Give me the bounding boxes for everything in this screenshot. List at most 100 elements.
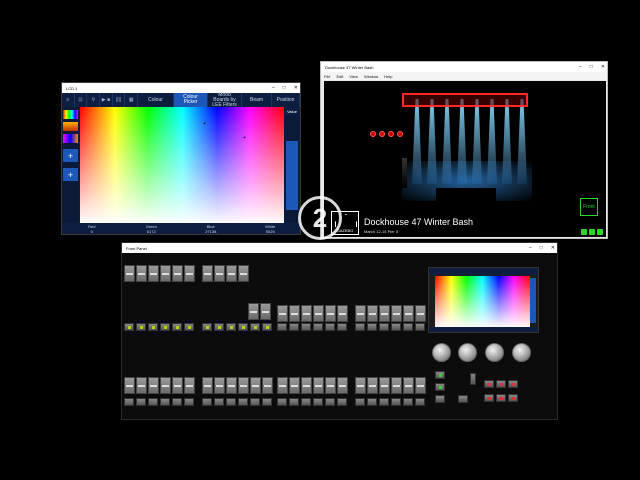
- fader[interactable]: [160, 377, 171, 394]
- fader[interactable]: [367, 305, 378, 322]
- maximize-button[interactable]: □: [540, 245, 543, 251]
- play-stop-icon[interactable]: ▶ ■: [100, 93, 113, 107]
- playback-key[interactable]: [484, 394, 494, 402]
- fader[interactable]: [415, 305, 426, 322]
- encoder-knob[interactable]: [485, 343, 504, 362]
- playback-button[interactable]: [403, 398, 413, 406]
- pan-icon[interactable]: [589, 229, 595, 235]
- playback-button[interactable]: [355, 398, 365, 406]
- playback-button[interactable]: [226, 398, 236, 406]
- playback-key[interactable]: [484, 380, 494, 388]
- lcd-titlebar[interactable]: LCD 1 – □ ✕: [62, 83, 300, 93]
- playback-button[interactable]: [313, 323, 323, 331]
- playback-button[interactable]: [250, 398, 260, 406]
- playback-button[interactable]: [289, 398, 299, 406]
- front-panel-titlebar[interactable]: Front Panel – □ ✕: [122, 243, 557, 253]
- fader[interactable]: [184, 377, 195, 394]
- playback-button[interactable]: [172, 323, 182, 331]
- fader[interactable]: [391, 377, 402, 394]
- minimize-button[interactable]: –: [579, 64, 582, 70]
- playback-button[interactable]: [148, 323, 158, 331]
- playback-button[interactable]: [202, 323, 212, 331]
- fader[interactable]: [367, 377, 378, 394]
- swatch-warm[interactable]: [63, 122, 78, 131]
- playback-button[interactable]: [367, 398, 377, 406]
- playback-button[interactable]: [325, 398, 335, 406]
- fader[interactable]: [337, 305, 348, 322]
- playback-button[interactable]: [391, 398, 401, 406]
- encoder-knob[interactable]: [512, 343, 531, 362]
- fader[interactable]: [250, 377, 261, 394]
- playback-button[interactable]: [367, 323, 377, 331]
- fader[interactable]: [325, 377, 336, 394]
- menu-file[interactable]: File: [324, 74, 330, 79]
- minimize-button[interactable]: –: [529, 245, 532, 251]
- encoder-knob[interactable]: [432, 343, 451, 362]
- fader[interactable]: [379, 305, 390, 322]
- fader[interactable]: [391, 305, 402, 322]
- playback-button[interactable]: [250, 323, 260, 331]
- playback-button[interactable]: [301, 323, 311, 331]
- fixture-icon[interactable]: [370, 131, 376, 137]
- playback-button[interactable]: [172, 398, 182, 406]
- fader[interactable]: [136, 265, 147, 282]
- fader[interactable]: [277, 305, 288, 322]
- readout-green[interactable]: Green 6172: [122, 223, 182, 234]
- playback-button[interactable]: [238, 398, 248, 406]
- playback-button[interactable]: [262, 323, 272, 331]
- fader[interactable]: [148, 265, 159, 282]
- playback-button[interactable]: [277, 323, 287, 331]
- fader[interactable]: [355, 377, 366, 394]
- menu-help[interactable]: Help: [384, 74, 392, 79]
- close-button[interactable]: ✕: [601, 64, 605, 70]
- fader[interactable]: [337, 377, 348, 394]
- visualizer-titlebar[interactable]: Dockhouse 47 Winter Bash – □ ✕: [321, 62, 607, 72]
- menu-window[interactable]: Window: [364, 74, 378, 79]
- playback-button[interactable]: [226, 323, 236, 331]
- colour-picker-area[interactable]: + +: [80, 107, 285, 225]
- maximize-button[interactable]: □: [590, 64, 593, 70]
- value-slider[interactable]: [286, 141, 298, 210]
- rotate-icon[interactable]: [581, 229, 587, 235]
- fader[interactable]: [355, 305, 366, 322]
- front-view-button[interactable]: Front: [580, 198, 598, 216]
- fader[interactable]: [301, 377, 312, 394]
- fixture-icon[interactable]: [397, 131, 403, 137]
- zoom-icon[interactable]: [597, 229, 603, 235]
- playback-button[interactable]: [337, 323, 347, 331]
- fader[interactable]: [313, 305, 324, 322]
- grid-icon[interactable]: ▦: [125, 93, 139, 107]
- front-panel-touchscreen[interactable]: [428, 267, 539, 333]
- fixture-icon[interactable]: [379, 131, 385, 137]
- playback-button[interactable]: [214, 398, 224, 406]
- playback-button[interactable]: [379, 323, 389, 331]
- fader[interactable]: [136, 377, 147, 394]
- fader[interactable]: [160, 265, 171, 282]
- readout-blue[interactable]: Blue 27138: [181, 223, 241, 234]
- faders-icon[interactable]: ||||: [113, 93, 126, 107]
- function-key[interactable]: [458, 395, 468, 403]
- playback-button[interactable]: [277, 398, 287, 406]
- fader[interactable]: [415, 377, 426, 394]
- playback-button[interactable]: [391, 323, 401, 331]
- playback-button[interactable]: [184, 323, 194, 331]
- tab-position[interactable]: Position: [272, 93, 301, 107]
- fader[interactable]: [124, 265, 135, 282]
- playback-button[interactable]: [136, 398, 146, 406]
- fader[interactable]: [238, 377, 249, 394]
- readout-white[interactable]: White 5525: [241, 223, 301, 234]
- maximize-button[interactable]: □: [283, 85, 286, 91]
- fader[interactable]: [403, 377, 414, 394]
- fader[interactable]: [260, 303, 271, 320]
- fader[interactable]: [202, 265, 213, 282]
- fader[interactable]: [277, 377, 288, 394]
- playback-key[interactable]: [508, 394, 518, 402]
- function-key[interactable]: [435, 395, 445, 403]
- playback-key[interactable]: [496, 394, 506, 402]
- tab-beam[interactable]: Beam: [242, 93, 273, 107]
- locate-icon[interactable]: ⚲: [87, 93, 101, 107]
- playback-button[interactable]: [202, 398, 212, 406]
- playback-button[interactable]: [325, 323, 335, 331]
- playback-button[interactable]: [415, 398, 425, 406]
- playback-button[interactable]: [337, 398, 347, 406]
